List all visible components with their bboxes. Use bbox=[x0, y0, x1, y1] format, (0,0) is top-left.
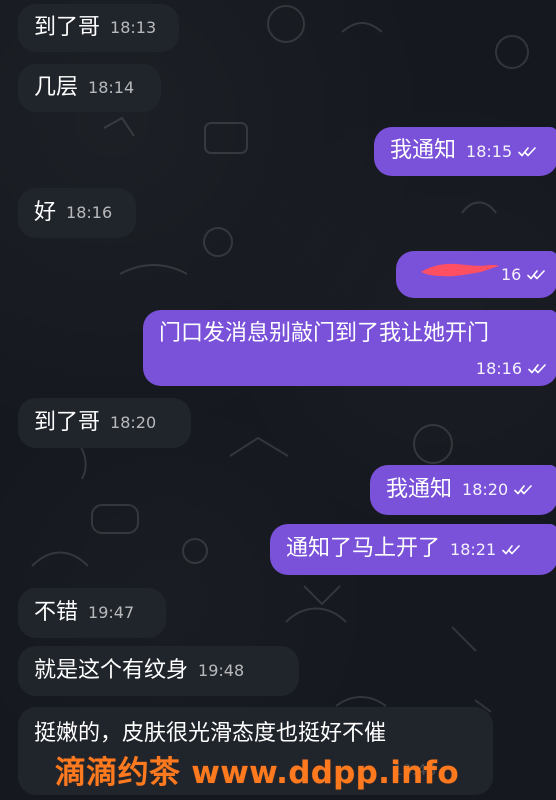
message-text: 到了哥 bbox=[34, 14, 101, 40]
message-time: 18:16 bbox=[66, 203, 113, 222]
message-bubble-8: 我通知 18:20 bbox=[370, 465, 556, 515]
double-check-icon bbox=[514, 485, 532, 495]
message-time: 18:16 bbox=[475, 359, 522, 378]
double-check-icon bbox=[527, 269, 546, 279]
message-bubble-10: 不错 19:47 bbox=[18, 588, 166, 638]
message-time: 18:14 bbox=[88, 78, 135, 97]
message-text: 我通知 bbox=[390, 138, 457, 164]
message-time: 18:15 bbox=[466, 141, 513, 161]
double-check-icon bbox=[502, 544, 520, 554]
message-bubble-5: 16 bbox=[396, 251, 556, 298]
message-bubble-1: 到了哥 18:13 bbox=[18, 4, 179, 52]
message-text: 就是这个有纹身 bbox=[34, 657, 189, 683]
message-text: 好 bbox=[34, 199, 57, 225]
message-bubble-4: 好 18:16 bbox=[18, 188, 136, 238]
message-time: 18:21 bbox=[450, 539, 497, 559]
double-check-icon bbox=[528, 364, 546, 374]
double-check-icon bbox=[518, 146, 536, 156]
message-time: 18:20 bbox=[110, 413, 157, 432]
message-time: 19:47 bbox=[88, 603, 135, 622]
message-text: 挺嫩的，皮肤很光滑态度也挺好不催 bbox=[34, 721, 387, 746]
message-text: 不错 bbox=[34, 599, 79, 625]
message-bubble-6: 门口发消息别敲门到了我让她开门 18:16 bbox=[143, 310, 556, 386]
message-bubble-11: 就是这个有纹身 19:48 bbox=[18, 646, 299, 696]
message-time: 19:48 bbox=[198, 661, 245, 680]
message-text: 通知了马上开了 bbox=[286, 536, 441, 562]
message-text: 门口发消息别敲门到了我让她开门 bbox=[159, 321, 490, 346]
redaction-scribble bbox=[421, 263, 499, 277]
message-text: 到了哥 bbox=[34, 409, 101, 435]
message-text: 几层 bbox=[34, 74, 79, 100]
message-bubble-3: 我通知 18:15 bbox=[374, 127, 556, 176]
message-bubble-7: 到了哥 18:20 bbox=[18, 398, 191, 448]
message-time: 16 bbox=[501, 264, 522, 284]
message-meta: 18:16 bbox=[476, 361, 546, 377]
message-bubble-2: 几层 18:14 bbox=[18, 64, 161, 112]
message-bubble-9: 通知了马上开了 18:21 bbox=[270, 524, 556, 575]
message-time: 18:20 bbox=[462, 480, 509, 499]
message-time: 18:13 bbox=[110, 18, 157, 37]
message-text: 我通知 bbox=[386, 476, 453, 502]
watermark-text: 滴滴约茶 www.ddpp.info bbox=[55, 755, 459, 791]
